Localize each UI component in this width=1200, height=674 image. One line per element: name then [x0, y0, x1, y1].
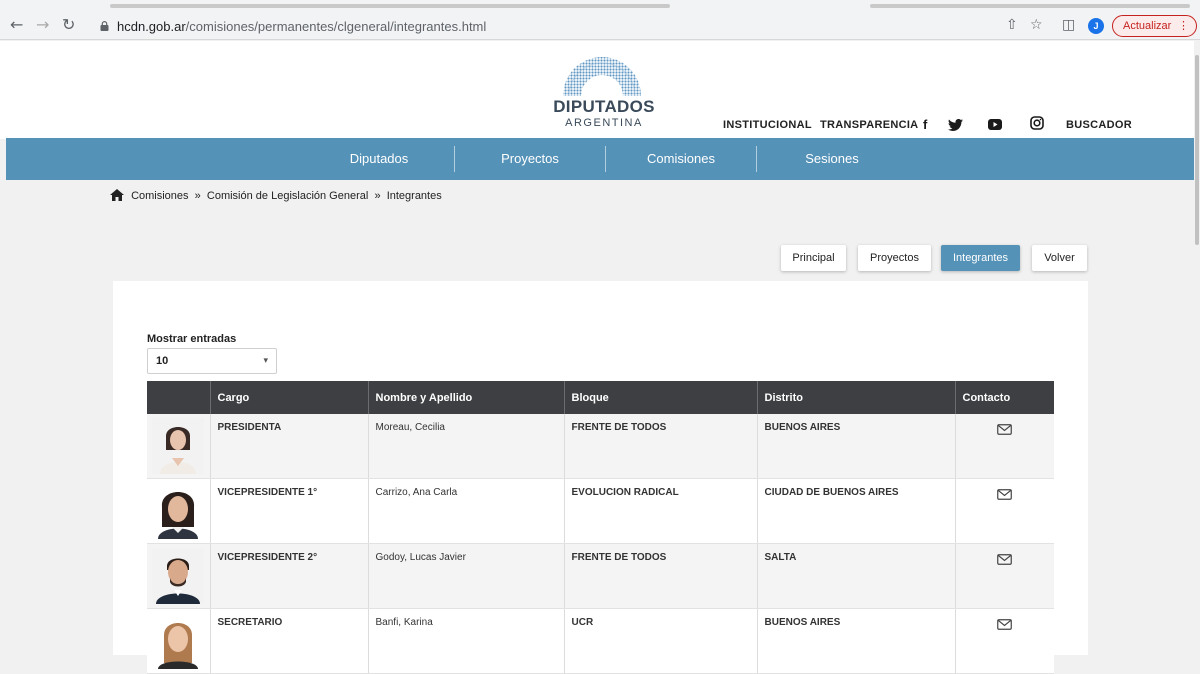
- bookmark-star-icon[interactable]: ☆: [1030, 17, 1043, 33]
- congress-logo-icon[interactable]: [561, 50, 643, 98]
- instagram-icon[interactable]: [1030, 116, 1044, 130]
- back-icon[interactable]: ←: [10, 17, 23, 33]
- cell-distrito: BUENOS AIRES: [757, 414, 956, 479]
- column-header-cargo[interactable]: Cargo: [210, 381, 369, 414]
- browser-tab[interactable]: [870, 4, 1190, 8]
- cell-nombre[interactable]: Banfi, Karina: [368, 608, 565, 674]
- entries-select-value: 10: [156, 355, 169, 367]
- breadcrumb: Comisiones » Comisión de Legislación Gen…: [110, 189, 442, 202]
- browser-tab[interactable]: [110, 4, 670, 8]
- cell-cargo: PRESIDENTA: [210, 414, 369, 479]
- update-button-label: Actualizar: [1123, 20, 1172, 32]
- nav-item-comisiones[interactable]: Comisiones: [606, 138, 756, 180]
- link-institucional[interactable]: INSTITUCIONAL: [723, 119, 812, 131]
- facebook-icon[interactable]: f: [923, 117, 927, 132]
- column-header-distrito[interactable]: Distrito: [757, 381, 956, 414]
- cell-bloque: FRENTE DE TODOS: [564, 414, 758, 479]
- page-scrollbar[interactable]: [1194, 41, 1200, 655]
- cell-nombre[interactable]: Moreau, Cecilia: [368, 414, 565, 479]
- cell-bloque: EVOLUCION RADICAL: [564, 478, 758, 544]
- link-transparencia[interactable]: TRANSPARENCIA: [820, 119, 918, 131]
- chevron-down-icon: ▾: [263, 356, 268, 366]
- cell-contacto: [955, 543, 1054, 609]
- logo-subtitle: ARGENTINA: [565, 117, 643, 129]
- column-header-contacto[interactable]: Contacto: [955, 381, 1054, 414]
- table-row: PRESIDENTA Moreau, Cecilia FRENTE DE TOD…: [147, 414, 1054, 479]
- table-row: VICEPRESIDENTE 2° Godoy, Lucas Javier FR…: [147, 543, 1054, 609]
- url-host: hcdn.gob.ar: [117, 19, 186, 34]
- cell-cargo: VICEPRESIDENTE 1°: [210, 478, 369, 544]
- mail-icon[interactable]: [997, 424, 1013, 435]
- tab-proyectos[interactable]: Proyectos: [858, 245, 931, 271]
- profile-avatar[interactable]: J: [1088, 18, 1104, 34]
- kebab-menu-icon: ⋮: [1178, 20, 1189, 32]
- cell-cargo: SECRETARIO: [210, 608, 369, 674]
- url-text[interactable]: hcdn.gob.ar/comisiones/permanentes/clgen…: [117, 19, 486, 34]
- cell-distrito: CIUDAD DE BUENOS AIRES: [757, 478, 956, 544]
- member-photo[interactable]: [152, 548, 204, 604]
- cell-distrito: SALTA: [757, 543, 956, 609]
- breadcrumb-current: Integrantes: [386, 190, 442, 202]
- twitter-icon[interactable]: [948, 119, 963, 131]
- table-row: VICEPRESIDENTE 1° Carrizo, Ana Carla EVO…: [147, 478, 1054, 544]
- photo-cell: [147, 608, 211, 674]
- column-header-bloque[interactable]: Bloque: [564, 381, 758, 414]
- breadcrumb-separator: »: [371, 190, 384, 202]
- cell-bloque: UCR: [564, 608, 758, 674]
- forward-icon[interactable]: →: [36, 17, 49, 33]
- youtube-icon[interactable]: [988, 119, 1002, 130]
- site-header: DIPUTADOS ARGENTINA INSTITUCIONAL TRANSP…: [0, 41, 1200, 139]
- share-icon[interactable]: ⇧: [1006, 17, 1018, 33]
- main-nav: Diputados Proyectos Comisiones Sesiones: [6, 138, 1194, 180]
- mail-icon[interactable]: [997, 619, 1013, 630]
- mail-icon[interactable]: [997, 554, 1013, 565]
- update-button[interactable]: Actualizar ⋮: [1112, 15, 1197, 37]
- cell-contacto: [955, 414, 1054, 479]
- link-buscador[interactable]: BUSCADOR: [1066, 119, 1132, 131]
- cell-nombre[interactable]: Carrizo, Ana Carla: [368, 478, 565, 544]
- cell-contacto: [955, 608, 1054, 674]
- sidepanel-icon[interactable]: ◫: [1062, 17, 1075, 33]
- lock-icon[interactable]: [100, 21, 109, 31]
- nav-item-proyectos[interactable]: Proyectos: [455, 138, 605, 180]
- breadcrumb-comision[interactable]: Comisión de Legislación General: [207, 190, 368, 202]
- breadcrumb-comisiones[interactable]: Comisiones: [131, 190, 188, 202]
- reload-icon[interactable]: ↻: [62, 17, 75, 33]
- cell-contacto: [955, 478, 1054, 544]
- member-photo[interactable]: [152, 613, 204, 669]
- cell-cargo: VICEPRESIDENTE 2°: [210, 543, 369, 609]
- column-header-nombre[interactable]: Nombre y Apellido: [368, 381, 565, 414]
- photo-cell: [147, 414, 211, 479]
- tab-principal[interactable]: Principal: [781, 245, 846, 271]
- member-photo[interactable]: [152, 483, 204, 539]
- logo-title[interactable]: DIPUTADOS: [549, 97, 659, 117]
- url-path: /comisiones/permanentes/clgeneral/integr…: [185, 19, 487, 34]
- tab-strip: [0, 0, 1200, 10]
- table-header-row: Cargo Nombre y Apellido Bloque Distrito …: [147, 381, 1054, 414]
- cell-nombre[interactable]: Godoy, Lucas Javier: [368, 543, 565, 609]
- scrollbar-thumb[interactable]: [1195, 55, 1199, 245]
- member-photo[interactable]: [152, 418, 204, 474]
- tab-integrantes[interactable]: Integrantes: [941, 245, 1020, 271]
- home-icon[interactable]: [110, 189, 124, 201]
- cell-distrito: BUENOS AIRES: [757, 608, 956, 674]
- browser-toolbar: ← → ↻ hcdn.gob.ar/comisiones/permanentes…: [0, 0, 1200, 40]
- nav-item-diputados[interactable]: Diputados: [304, 138, 454, 180]
- entries-select[interactable]: 10 ▾: [147, 348, 277, 374]
- nav-item-sesiones[interactable]: Sesiones: [757, 138, 907, 180]
- cell-bloque: FRENTE DE TODOS: [564, 543, 758, 609]
- tab-volver[interactable]: Volver: [1032, 245, 1087, 271]
- photo-cell: [147, 543, 211, 609]
- table-row: SECRETARIO Banfi, Karina UCR BUENOS AIRE…: [147, 608, 1054, 674]
- photo-cell: [147, 478, 211, 544]
- entries-label: Mostrar entradas: [147, 333, 237, 345]
- members-table: Cargo Nombre y Apellido Bloque Distrito …: [147, 381, 1054, 674]
- mail-icon[interactable]: [997, 489, 1013, 500]
- column-header-photo: [147, 381, 211, 414]
- breadcrumb-separator: »: [191, 190, 204, 202]
